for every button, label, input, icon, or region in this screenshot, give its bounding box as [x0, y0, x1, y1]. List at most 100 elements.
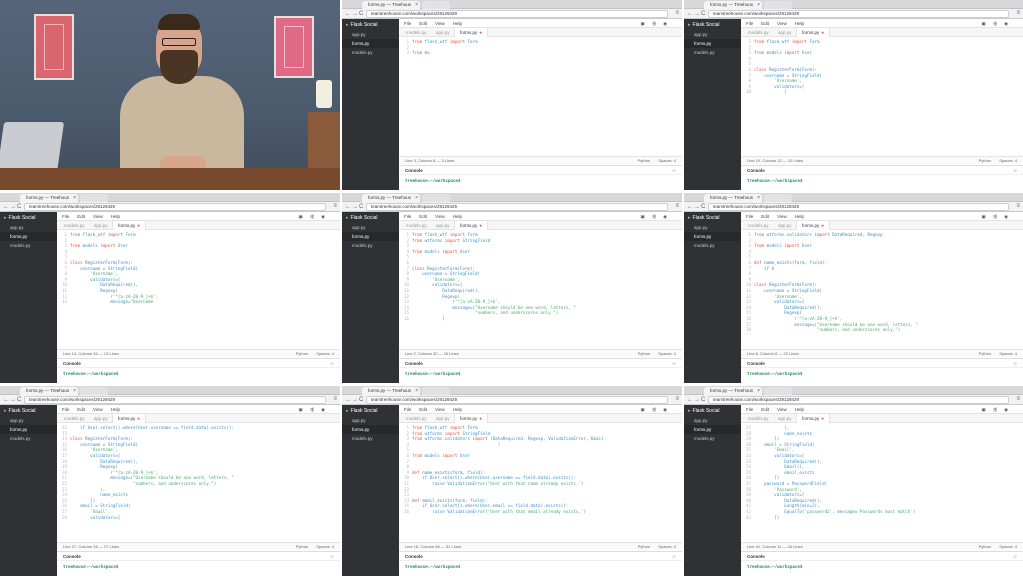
toolbar-icons[interactable]: ▣ ⇶ ◉: [982, 405, 1011, 414]
window-controls[interactable]: [3, 196, 17, 209]
tab-models[interactable]: models.py: [743, 28, 774, 37]
menu-edit[interactable]: Edit: [761, 407, 769, 412]
menu-help[interactable]: Help: [795, 214, 804, 219]
browser-new-tab[interactable]: [422, 194, 450, 202]
forward-icon[interactable]: →: [694, 396, 700, 404]
menu-edit[interactable]: Edit: [419, 214, 427, 219]
menu-help[interactable]: Help: [795, 407, 804, 412]
menu-help[interactable]: Help: [453, 214, 462, 219]
tab-app[interactable]: app.py: [89, 414, 113, 423]
console-panel[interactable]: Console ⊖ treehouse:~/workspace$: [399, 358, 682, 383]
browser-tab-active[interactable]: forms.py — Treehous ×: [704, 194, 762, 202]
file-item-forms[interactable]: forms.py: [684, 39, 741, 48]
toolbar-icons[interactable]: ▣ ⇶ ◉: [641, 19, 670, 28]
toolbar-icons[interactable]: ▣ ⇶ ◉: [299, 212, 328, 221]
menu-edit[interactable]: Edit: [419, 407, 427, 412]
file-item-forms[interactable]: forms.py: [342, 39, 399, 48]
forward-icon[interactable]: →: [10, 396, 16, 404]
forward-icon[interactable]: →: [352, 10, 358, 18]
file-item-app[interactable]: app.py: [684, 416, 741, 425]
minimize-icon[interactable]: ⊖: [1013, 359, 1017, 368]
language-mode[interactable]: Python: [638, 351, 650, 356]
back-icon[interactable]: ←: [345, 203, 351, 211]
toolbar-icons[interactable]: ▣ ⇶ ◉: [641, 405, 670, 414]
language-mode[interactable]: Python: [296, 544, 308, 549]
browser-new-tab[interactable]: [80, 387, 108, 395]
menu-help[interactable]: Help: [453, 407, 462, 412]
menu-file[interactable]: File: [746, 214, 753, 219]
menu-file[interactable]: File: [746, 407, 753, 412]
browser-menu-icon[interactable]: ≡: [675, 396, 679, 402]
tab-models[interactable]: models.py: [743, 221, 774, 230]
file-item-forms[interactable]: forms.py: [342, 425, 399, 434]
browser-menu-icon[interactable]: ≡: [675, 203, 679, 209]
file-item-app[interactable]: app.py: [0, 416, 57, 425]
menu-help[interactable]: Help: [111, 407, 120, 412]
menu-view[interactable]: View: [93, 214, 103, 219]
back-icon[interactable]: ←: [3, 203, 9, 211]
back-icon[interactable]: ←: [3, 396, 9, 404]
back-icon[interactable]: ←: [687, 10, 693, 18]
menu-view[interactable]: View: [435, 214, 445, 219]
browser-menu-icon[interactable]: ≡: [333, 396, 337, 402]
file-item-app[interactable]: app.py: [684, 30, 741, 39]
console-panel[interactable]: Console ⊖ treehouse:~/workspace$: [57, 358, 340, 383]
address-bar[interactable]: teamtreehouse.com/workspaces/29129429: [24, 203, 326, 211]
indent-setting[interactable]: Spaces: 4: [316, 351, 334, 356]
file-item-models[interactable]: models.py: [0, 241, 57, 250]
browser-new-tab[interactable]: [422, 1, 450, 9]
menu-file[interactable]: File: [746, 21, 753, 26]
reload-icon[interactable]: C: [17, 203, 21, 211]
forward-icon[interactable]: →: [352, 396, 358, 404]
file-item-app[interactable]: app.py: [684, 223, 741, 232]
back-icon[interactable]: ←: [687, 396, 693, 404]
code-editor[interactable]: 1 from flask_wtf import Form 2 3 from models…: [741, 37, 1023, 141]
browser-new-tab[interactable]: [764, 194, 792, 202]
code-editor[interactable]: 1 from flask_wtf import Form 2 3 from mo: [399, 37, 682, 141]
file-item-forms[interactable]: forms.py: [684, 232, 741, 241]
tab-close-icon[interactable]: ×: [73, 387, 76, 395]
reload-icon[interactable]: C: [701, 10, 705, 18]
tab-models[interactable]: models.py: [743, 414, 774, 423]
minimize-icon[interactable]: ⊖: [672, 552, 676, 561]
console-panel[interactable]: Console ⊖ treehouse:~/workspace$: [399, 551, 682, 576]
tab-app[interactable]: app.py: [773, 28, 797, 37]
language-mode[interactable]: Python: [638, 158, 650, 163]
tab-close-icon[interactable]: ×: [415, 387, 418, 395]
window-controls[interactable]: [345, 196, 359, 209]
address-bar[interactable]: teamtreehouse.com/workspaces/29129429: [708, 396, 1009, 404]
menu-help[interactable]: Help: [111, 214, 120, 219]
browser-new-tab[interactable]: [764, 387, 792, 395]
tab-app[interactable]: app.py: [773, 414, 797, 423]
reload-icon[interactable]: C: [17, 396, 21, 404]
browser-tab-active[interactable]: forms.py — Treehous ×: [704, 387, 762, 395]
back-icon[interactable]: ←: [687, 203, 693, 211]
language-mode[interactable]: Python: [296, 351, 308, 356]
browser-tab-active[interactable]: forms.py — Treehous ×: [362, 1, 420, 9]
tab-app[interactable]: app.py: [431, 414, 455, 423]
tab-app[interactable]: app.py: [773, 221, 797, 230]
tab-close-icon[interactable]: ×: [757, 194, 760, 202]
browser-tab-active[interactable]: forms.py — Treehous ×: [362, 194, 420, 202]
console-panel[interactable]: Console ⊖ treehouse:~/workspace$: [399, 165, 682, 190]
file-item-app[interactable]: app.py: [0, 223, 57, 232]
browser-menu-icon[interactable]: ≡: [675, 10, 679, 16]
reload-icon[interactable]: C: [359, 396, 363, 404]
reload-icon[interactable]: C: [701, 396, 705, 404]
address-bar[interactable]: teamtreehouse.com/workspaces/29129429: [708, 203, 1009, 211]
address-bar[interactable]: teamtreehouse.com/workspaces/29129429: [24, 396, 326, 404]
menu-view[interactable]: View: [777, 21, 787, 26]
indent-setting[interactable]: Spaces: 4: [316, 544, 334, 549]
menu-help[interactable]: Help: [453, 21, 462, 26]
tab-app[interactable]: app.py: [89, 221, 113, 230]
indent-setting[interactable]: Spaces: 4: [658, 544, 676, 549]
menu-view[interactable]: View: [435, 21, 445, 26]
menu-view[interactable]: View: [435, 407, 445, 412]
window-controls[interactable]: [345, 3, 359, 16]
tab-models[interactable]: models.py: [59, 221, 90, 230]
indent-setting[interactable]: Spaces: 4: [999, 351, 1017, 356]
browser-tab-active[interactable]: forms.py — Treehous ×: [362, 387, 420, 395]
console-panel[interactable]: Console ⊖ treehouse:~/workspace$: [57, 551, 340, 576]
browser-tab-active[interactable]: forms.py — Treehous ×: [20, 387, 78, 395]
forward-icon[interactable]: →: [10, 203, 16, 211]
